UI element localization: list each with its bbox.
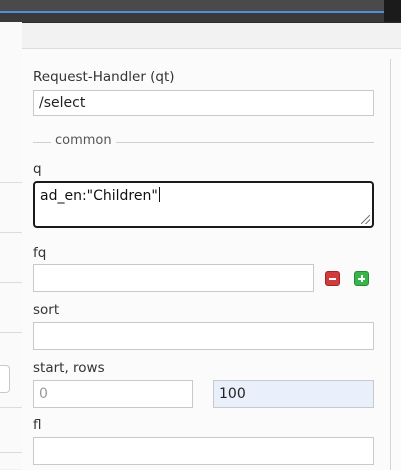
left-divider (0, 407, 22, 408)
request-handler-input[interactable]: /select (33, 90, 374, 116)
common-section-legend: common (51, 133, 116, 148)
fl-label: fl (33, 417, 42, 433)
q-label: q (33, 161, 42, 177)
request-handler-label: Request-Handler (qt) (33, 69, 175, 85)
left-divider (0, 182, 22, 183)
rows-input[interactable]: 100 (213, 380, 374, 408)
fl-input[interactable] (33, 437, 374, 465)
q-value: ad_en:"Children" (40, 188, 158, 204)
resize-grip-icon[interactable] (361, 215, 370, 224)
left-divider (0, 232, 22, 233)
left-divider (0, 282, 22, 283)
plus-bar-vertical (360, 275, 363, 282)
query-form-panel: Request-Handler (qt) /select common q ad… (22, 48, 401, 470)
minus-icon[interactable] (325, 271, 340, 286)
left-divider (0, 452, 22, 453)
top-header (0, 0, 401, 23)
legend-rule-left (33, 142, 51, 143)
q-textarea[interactable]: ad_en:"Children" (33, 181, 374, 228)
minus-bar (329, 278, 336, 280)
start-rows-label: start, rows (33, 360, 105, 376)
sort-input[interactable] (33, 322, 374, 350)
sort-label: sort (33, 302, 60, 318)
left-divider (0, 332, 22, 333)
plus-icon[interactable] (354, 271, 369, 286)
text-caret (158, 187, 160, 202)
left-column (0, 22, 22, 469)
panel-divider (390, 59, 391, 470)
collapsed-side-button[interactable] (0, 365, 10, 393)
legend-rule-right (114, 142, 374, 143)
start-input[interactable]: 0 (33, 380, 193, 408)
header-accent-bar (0, 0, 384, 13)
fq-label: fq (33, 245, 47, 261)
header-corner (384, 0, 401, 22)
fq-input[interactable] (33, 264, 314, 292)
